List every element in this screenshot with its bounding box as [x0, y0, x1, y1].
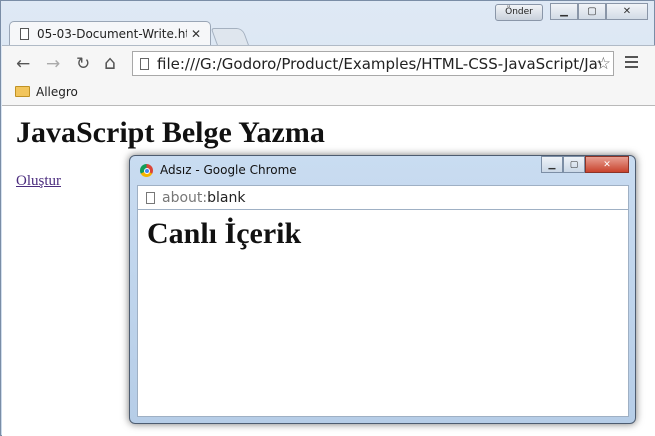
popup-close-button[interactable]: ✕ — [585, 156, 629, 173]
minimize-button[interactable]: ▁ — [550, 3, 578, 20]
new-tab-button[interactable] — [210, 28, 250, 46]
popup-minimize-button[interactable]: ▁ — [541, 156, 563, 173]
folder-icon — [15, 86, 30, 97]
tab-title: 05-03-Document-Write.ht — [37, 26, 187, 41]
reload-icon[interactable]: ↻ — [76, 54, 90, 74]
tab-close-icon[interactable]: ✕ — [191, 27, 201, 41]
close-window-button[interactable]: ✕ — [606, 3, 648, 20]
page-title: JavaScript Belge Yazma — [16, 116, 325, 149]
browser-tab[interactable]: 05-03-Document-Write.ht ✕ — [9, 21, 211, 45]
user-profile-button[interactable]: Önder — [495, 4, 543, 21]
bookmark-allegro[interactable]: Allegro — [36, 85, 78, 99]
home-icon[interactable]: ⌂ — [104, 52, 116, 74]
window-controls: ▁ ▢ ✕ — [550, 3, 648, 20]
back-icon[interactable]: ← — [16, 54, 30, 74]
page-icon — [20, 27, 29, 40]
menu-icon[interactable] — [625, 56, 638, 71]
chrome-icon — [140, 164, 153, 177]
popup-address-bar[interactable]: about: blank — [137, 185, 629, 210]
address-bar[interactable]: file:///G:/Godoro/Product/Examples/HTML-… — [132, 51, 614, 76]
page-icon — [140, 57, 149, 70]
popup-heading: Canlı İçerik — [147, 217, 302, 250]
popup-title: Adsız - Google Chrome — [160, 163, 297, 177]
popup-url-path: blank — [207, 189, 246, 206]
url-text[interactable]: file:///G:/Godoro/Product/Examples/HTML-… — [157, 55, 601, 73]
page-icon — [146, 191, 155, 204]
bookmarks-bar: Allegro — [2, 81, 655, 106]
popup-maximize-button[interactable]: ▢ — [563, 156, 585, 173]
popup-window-controls: ▁ ▢ ✕ — [541, 156, 629, 173]
toolbar: ← → ↻ ⌂ file:///G:/Godoro/Product/Exampl… — [2, 45, 655, 82]
popup-window: Adsız - Google Chrome ▁ ▢ ✕ about: blank… — [129, 155, 636, 424]
maximize-button[interactable]: ▢ — [578, 3, 606, 20]
forward-icon[interactable]: → — [46, 54, 60, 74]
popup-url-scheme: about: — [162, 189, 208, 206]
popup-content: Canlı İçerik — [137, 210, 629, 417]
create-link[interactable]: Oluştur — [16, 173, 61, 190]
bookmark-star-icon[interactable]: ☆ — [596, 54, 611, 74]
